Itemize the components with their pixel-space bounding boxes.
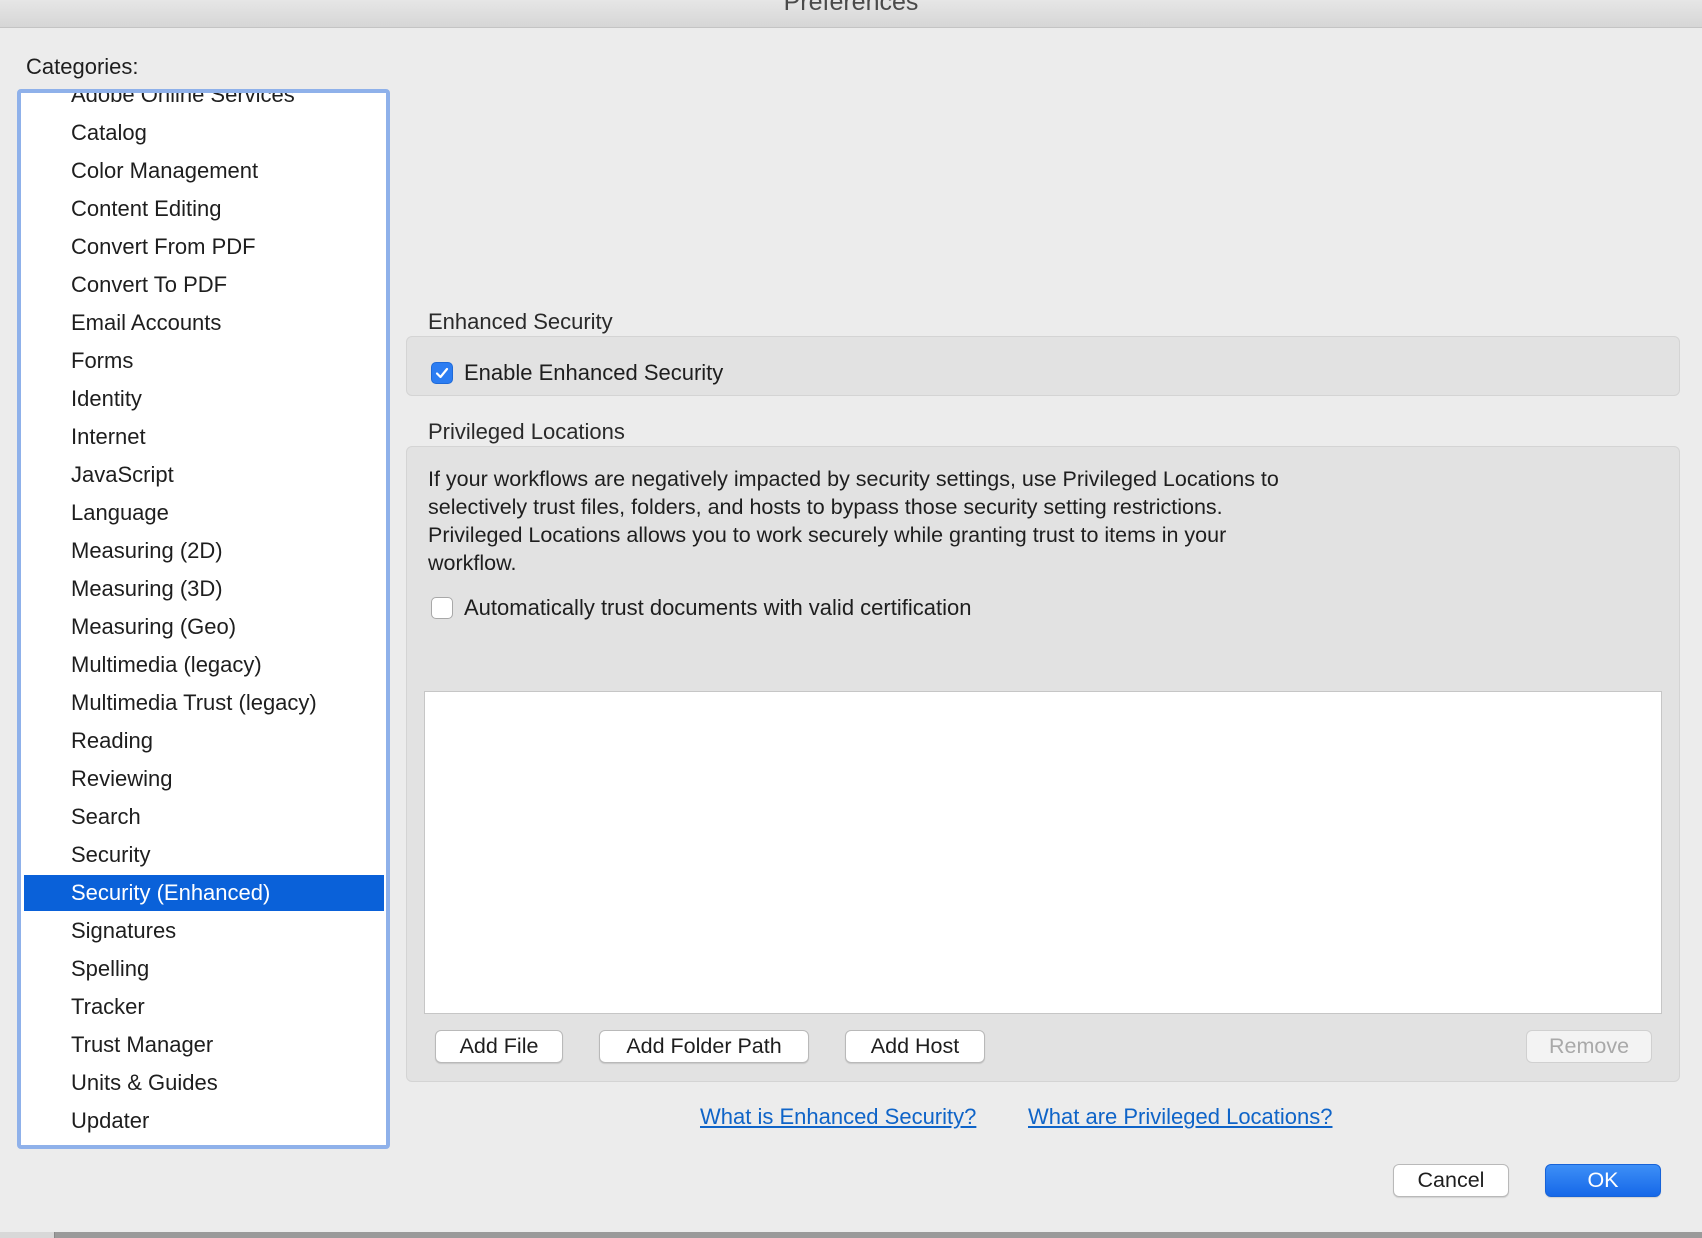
category-item[interactable]: Search <box>24 799 384 835</box>
enable-enhanced-security-checkbox[interactable] <box>431 362 453 384</box>
enhanced-security-heading: Enhanced Security <box>428 309 613 334</box>
category-item[interactable]: Reviewing <box>24 761 384 797</box>
categories-list[interactable]: Adobe Online Services Catalog Color Manage… <box>17 89 390 1149</box>
category-item[interactable]: Multimedia (legacy) <box>24 647 384 683</box>
category-item[interactable]: Internet <box>24 419 384 455</box>
category-item[interactable]: Measuring (Geo) <box>24 609 384 645</box>
what-are-privileged-locations-link[interactable]: What are Privileged Locations? <box>1028 1104 1333 1130</box>
add-file-button[interactable]: Add File <box>435 1030 563 1063</box>
category-item[interactable]: Multimedia Trust (legacy) <box>24 685 384 721</box>
category-item[interactable]: Convert To PDF <box>24 267 384 303</box>
category-item[interactable]: Email Accounts <box>24 305 384 341</box>
category-item[interactable]: Tracker <box>24 989 384 1025</box>
category-item[interactable]: Catalog <box>24 115 384 151</box>
category-item[interactable]: Security <box>24 837 384 873</box>
add-host-button[interactable]: Add Host <box>845 1030 985 1063</box>
what-is-enhanced-security-link[interactable]: What is Enhanced Security? <box>700 1104 976 1130</box>
ok-button[interactable]: OK <box>1545 1164 1661 1197</box>
category-item[interactable]: Convert From PDF <box>24 229 384 265</box>
category-item[interactable]: Signatures <box>24 913 384 949</box>
category-item[interactable]: Updater <box>24 1103 384 1139</box>
category-item[interactable]: Trust Manager <box>24 1027 384 1063</box>
description-line: selectively trust files, folders, and ho… <box>428 495 1223 519</box>
category-item[interactable]: Spelling <box>24 951 384 987</box>
title-bar[interactable]: Preferences <box>0 0 1702 28</box>
description-line: Privileged Locations allows you to work … <box>428 523 1227 547</box>
category-item[interactable]: Adobe Online Services <box>24 93 384 113</box>
category-item[interactable]: Language <box>24 495 384 531</box>
preferences-window: Preferences Categories: Adobe Online Ser… <box>0 0 1702 1232</box>
checkmark-icon <box>435 367 449 379</box>
category-item[interactable]: Security (Enhanced) <box>24 875 384 911</box>
privileged-locations-heading: Privileged Locations <box>428 419 625 444</box>
remove-button[interactable]: Remove <box>1526 1030 1652 1063</box>
category-item[interactable]: Identity <box>24 381 384 417</box>
window-bottom-edge-left <box>0 1232 55 1238</box>
categories-label: Categories: <box>26 54 139 79</box>
add-folder-path-button[interactable]: Add Folder Path <box>599 1030 809 1063</box>
category-item[interactable]: Measuring (3D) <box>24 571 384 607</box>
category-item[interactable]: Color Management <box>24 153 384 189</box>
description-line: If your workflows are negatively impacte… <box>428 467 1279 491</box>
category-item[interactable]: Units & Guides <box>24 1065 384 1101</box>
privileged-locations-list[interactable] <box>424 691 1662 1014</box>
window-title: Preferences <box>783 0 919 16</box>
category-item[interactable]: Forms <box>24 343 384 379</box>
category-item[interactable]: Content Editing <box>24 191 384 227</box>
auto-trust-certified-checkbox[interactable] <box>431 597 453 619</box>
privileged-locations-description: If your workflows are negatively impacte… <box>428 465 1388 577</box>
category-item[interactable]: Measuring (2D) <box>24 533 384 569</box>
categories-list-items: Adobe Online Services Catalog Color Manage… <box>21 93 386 1145</box>
enable-enhanced-security-label[interactable]: Enable Enhanced Security <box>464 360 723 386</box>
description-line: workflow. <box>428 551 517 575</box>
category-item[interactable]: JavaScript <box>24 457 384 493</box>
category-item[interactable]: Reading <box>24 723 384 759</box>
auto-trust-certified-label[interactable]: Automatically trust documents with valid… <box>464 595 971 621</box>
window-bottom-edge <box>0 1232 1702 1238</box>
cancel-button[interactable]: Cancel <box>1393 1164 1509 1197</box>
